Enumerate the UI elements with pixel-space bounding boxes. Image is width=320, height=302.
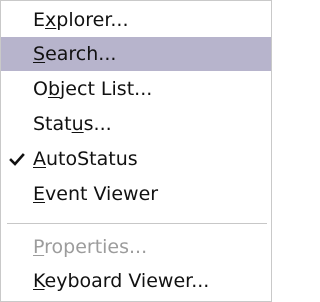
access-key: b: [47, 78, 61, 100]
menu-item-keyboard-viewer[interactable]: Keyboard Viewer...: [1, 264, 271, 298]
menu-item-label: Properties...: [33, 236, 148, 258]
menu-item-label: Object List...: [33, 78, 153, 100]
access-key: A: [33, 148, 46, 170]
menu-item-label: AutoStatus: [33, 148, 138, 170]
menu-item-label: Keyboard Viewer...: [33, 270, 210, 292]
access-key: x: [45, 9, 57, 31]
menu-item-autostatus[interactable]: AutoStatus: [1, 142, 271, 176]
menu-separator: [7, 223, 267, 224]
menu-item-search[interactable]: Search...: [1, 37, 271, 71]
context-menu: Explorer... Search... Object List... Sta…: [0, 0, 272, 302]
access-key: E: [33, 183, 46, 205]
menu-item-label: Status...: [33, 113, 112, 135]
menu-item-label: Event Viewer: [33, 183, 159, 205]
menu-item-label: Search...: [33, 43, 117, 65]
access-key: P: [33, 236, 45, 258]
menu-item-object-list[interactable]: Object List...: [1, 72, 271, 106]
menu-item-status[interactable]: Status...: [1, 107, 271, 141]
access-key: K: [33, 270, 45, 292]
menu-item-label: Explorer...: [33, 9, 129, 31]
checkmark-icon: [9, 153, 25, 166]
menu-item-properties[interactable]: Properties...: [1, 230, 271, 264]
menu-item-event-viewer[interactable]: Event Viewer: [1, 177, 271, 211]
access-key: S: [33, 43, 46, 65]
menu-item-explorer[interactable]: Explorer...: [1, 3, 271, 37]
access-key: u: [71, 113, 84, 135]
